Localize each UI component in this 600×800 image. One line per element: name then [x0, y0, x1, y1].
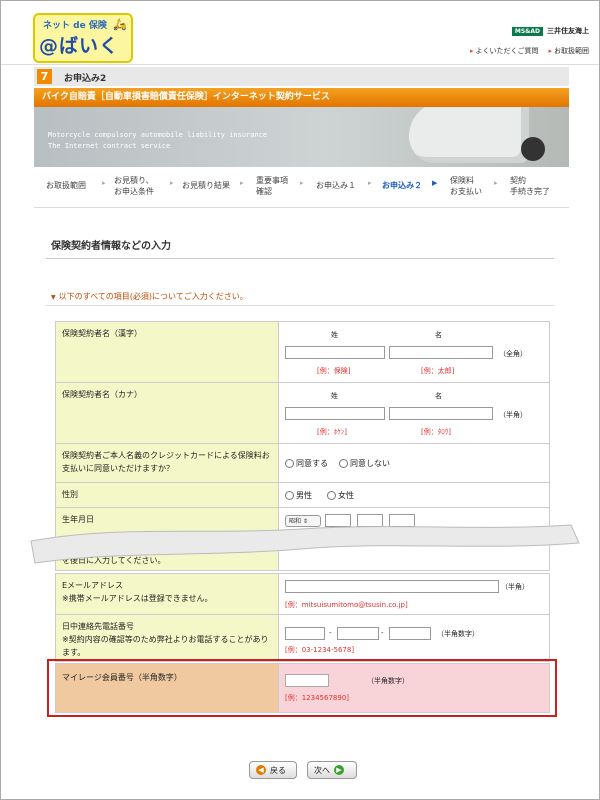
nav-step-scope: お取扱範囲 — [46, 181, 86, 190]
step-bar: 7 お申込み2 — [34, 67, 569, 86]
wheel-image — [521, 137, 545, 161]
example-mei: [例：ﾀﾛｳ] — [421, 428, 451, 436]
logo-line2: @ばいく — [39, 35, 120, 57]
dash: - — [329, 629, 332, 637]
mei-label: 名 — [435, 392, 442, 400]
zenkaku-suffix: （全角） — [499, 350, 527, 358]
scope-link[interactable]: ▸ お取扱範囲 — [548, 46, 589, 56]
phone-label: 日中連絡先電話番号 ※契約内容の確認等のため弊社よりお電話することがあります。 — [56, 615, 279, 661]
sei-label: 姓 — [331, 331, 338, 339]
separator-icon: ▸ — [240, 179, 244, 187]
example-mei: [例：太郎] — [421, 367, 455, 375]
service-title: バイク自賠責［自動車損害賠償責任保険］インターネット契約サービス — [34, 88, 569, 107]
faq-link[interactable]: ▸ よくいただくご質問 — [470, 46, 539, 56]
nav-step-payment: 保険料 お支払い — [450, 176, 482, 196]
gender-label: 性別 — [56, 483, 279, 507]
brand-badge: MS&AD — [511, 26, 543, 36]
triangle-icon: ▼ — [51, 294, 56, 301]
torn-page-effect — [30, 524, 580, 564]
separator-icon: ▸ — [170, 179, 174, 187]
top-links: ▸ よくいただくご質問 ▸ お取扱範囲 — [470, 46, 589, 56]
sei-label: 姓 — [331, 392, 338, 400]
gender-female-radio[interactable]: 女性 — [327, 490, 354, 501]
mei-label: 名 — [435, 331, 442, 339]
phone-part1-input[interactable] — [285, 627, 325, 640]
phone-suffix: （半角数字） — [437, 630, 479, 638]
name-kana-label: 保険契約者名（カナ） — [56, 383, 279, 443]
banner-line2: The Internet contract service — [48, 142, 171, 150]
back-button[interactable]: ◀ 戻る — [249, 761, 297, 779]
row-gender: 性別 男性 女性 — [55, 482, 550, 508]
nav-step-complete: 契約 手続き完了 — [510, 176, 550, 196]
credit-consent-label: 保険契約者ご本人名義のクレジットカードによる保険料お支払いに同意いただけますか？ — [56, 444, 279, 482]
consent-yes-radio[interactable]: 同意する — [285, 458, 328, 469]
nav-step-important: 重要事項 確認 — [256, 176, 288, 196]
logo-line1: ネット de 保険 — [43, 21, 107, 31]
site-logo[interactable]: ネット de 保険 🛵 @ばいく — [33, 13, 133, 63]
name-kana-sei-input[interactable] — [285, 407, 385, 420]
email-label: Eメールアドレス ※携帯メールアドレスは登録できません。 — [56, 574, 279, 614]
motorcycle-icon: 🛵 — [113, 18, 127, 31]
note-divider — [46, 305, 554, 306]
separator-icon: ▸ — [368, 179, 372, 187]
phone-part3-input[interactable] — [389, 627, 431, 640]
name-kana-mei-input[interactable] — [389, 407, 493, 420]
header-divider — [1, 64, 599, 65]
row-name-kanji: 保険契約者名（漢字） 姓 名 （全角） [例：保険] [例：太郎] — [55, 321, 550, 383]
company-brand: MS&AD 三井住友海上 — [511, 26, 589, 36]
email-suffix: （半角） — [501, 583, 529, 591]
gender-male-radio[interactable]: 男性 — [285, 490, 312, 501]
dash: - — [381, 629, 384, 637]
email-example: [例：mitsuisumitomo@tsusin.co.jp] — [285, 601, 408, 609]
next-button[interactable]: 次へ ▶ — [307, 761, 357, 779]
left-arrow-icon: ◀ — [256, 765, 266, 775]
scooter-image — [409, 107, 529, 163]
arrow-icon: ▸ — [548, 47, 552, 55]
separator-icon: ▸ — [494, 179, 498, 187]
right-arrow-icon: ▶ — [334, 765, 344, 775]
required-note: ▼ 以下のすべての項目(必須)についてご入力ください。 — [51, 292, 248, 301]
name-kanji-label: 保険契約者名（漢字） — [56, 322, 279, 382]
brand-name: 三井住友海上 — [547, 27, 589, 35]
email-note: ※携帯メールアドレスは登録できません。 — [62, 594, 213, 603]
example-sei: [例：保険] — [317, 367, 351, 375]
nav-step-result: お見積り結果 — [182, 181, 230, 190]
page-frame: ネット de 保険 🛵 @ばいく MS&AD 三井住友海上 ▸ よくいただくご質問… — [0, 0, 600, 800]
arrow-icon: ▸ — [469, 47, 474, 55]
progress-nav: お取扱範囲 ▸ お見積り、 お申込条件 ▸ お見積り結果 ▸ 重要事項 確認 ▸ お… — [34, 169, 569, 208]
email-input[interactable] — [285, 580, 499, 593]
consent-no-radio[interactable]: 同意しない — [339, 458, 390, 469]
row-email: Eメールアドレス ※携帯メールアドレスは登録できません。 （半角） [例：mit… — [55, 573, 550, 615]
hankaku-suffix: （半角） — [499, 411, 527, 419]
banner-line1: Motorcycle compulsory automobile liabili… — [48, 131, 268, 139]
highlight-box — [47, 659, 557, 717]
page-title: 保険契約者情報などの入力 — [51, 241, 171, 252]
title-divider — [46, 258, 554, 259]
phone-example: [例：03-1234-5678] — [285, 646, 355, 654]
nav-step-apply2: お申込み２ — [382, 181, 422, 190]
nav-step-apply1: お申込み１ — [316, 181, 356, 190]
row-credit-consent: 保険契約者ご本人名義のクレジットカードによる保険料お支払いに同意いただけますか？… — [55, 443, 550, 483]
phone-part2-input[interactable] — [337, 627, 379, 640]
phone-note: ※契約内容の確認等のため弊社よりお電話することがあります。 — [62, 635, 269, 657]
hero-banner: Motorcycle compulsory automobile liabili… — [34, 107, 569, 167]
nav-step-estimate: お見積り、 お申込条件 — [114, 176, 154, 196]
row-phone: 日中連絡先電話番号 ※契約内容の確認等のため弊社よりお電話することがあります。 … — [55, 614, 550, 662]
current-step-icon: ▶ — [432, 179, 438, 187]
step-number: 7 — [37, 69, 52, 84]
example-sei: [例：ﾎｹﾝ] — [317, 428, 347, 436]
name-kanji-sei-input[interactable] — [285, 346, 385, 359]
separator-icon: ▸ — [102, 179, 106, 187]
name-kanji-mei-input[interactable] — [389, 346, 493, 359]
step-label: お申込み2 — [64, 74, 107, 84]
row-name-kana: 保険契約者名（カナ） 姓 名 （半角） [例：ﾎｹﾝ] [例：ﾀﾛｳ] — [55, 382, 550, 444]
separator-icon: ▸ — [300, 179, 304, 187]
